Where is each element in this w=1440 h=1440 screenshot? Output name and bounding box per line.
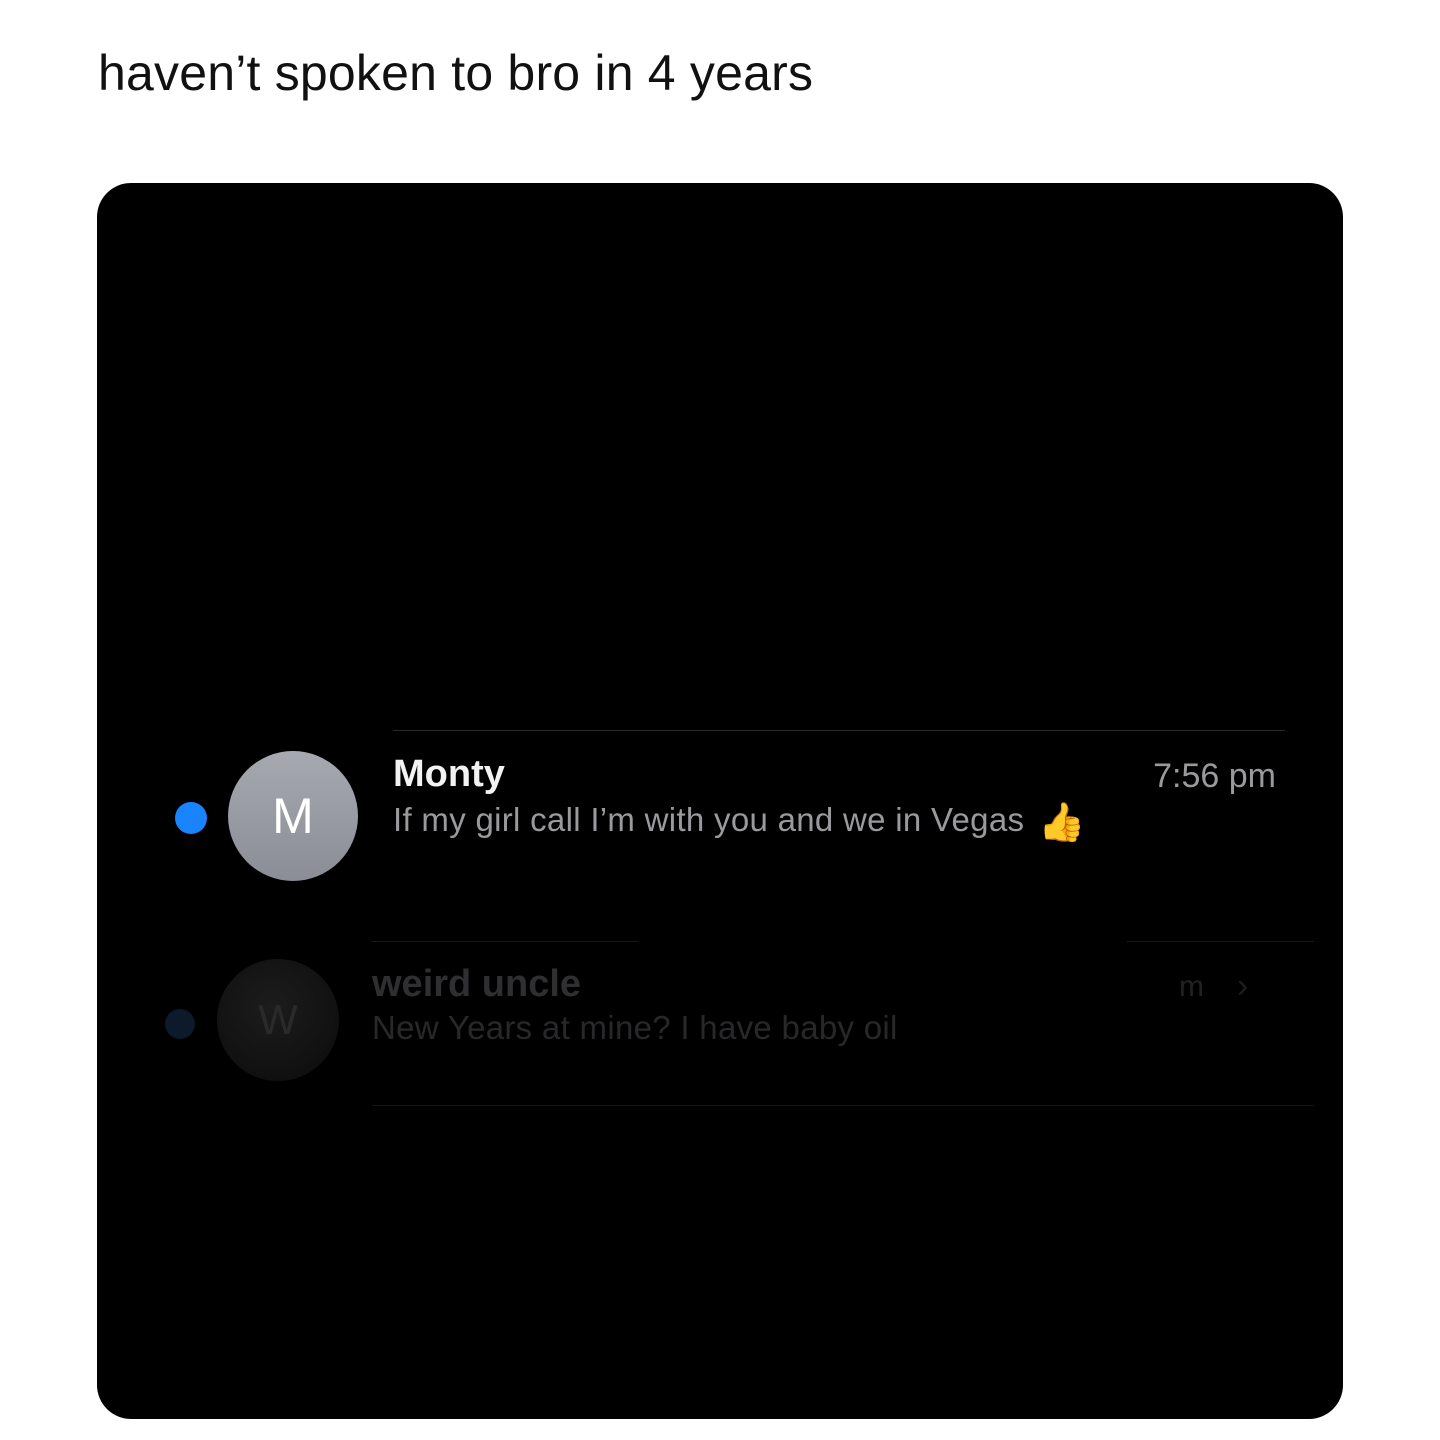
divider-middle-left	[372, 941, 638, 942]
chevron-right-icon: ›	[1237, 967, 1249, 1005]
divider-bottom	[372, 1105, 1314, 1106]
contact-name: weird uncle	[372, 963, 582, 1005]
unread-dot-icon	[165, 1009, 195, 1039]
message-preview: If my girl call I’m with you and we in V…	[393, 801, 1086, 842]
message-time: m	[1179, 970, 1204, 1003]
message-preview-text: If my girl call I’m with you and we in V…	[393, 801, 1025, 838]
post-caption: haven’t spoken to bro in 4 years	[98, 45, 814, 101]
message-time: 7:56 pm	[1153, 757, 1276, 795]
avatar-initial: W	[258, 996, 298, 1043]
divider-middle-right	[1127, 941, 1314, 942]
contact-name: Monty	[393, 753, 505, 795]
message-preview: New Years at mine? I have baby oil	[372, 1009, 898, 1046]
avatar: W	[217, 959, 339, 1081]
avatar-initial: M	[272, 788, 314, 844]
avatar: M	[228, 751, 358, 881]
divider-top	[393, 730, 1285, 731]
messages-screenshot: M Monty 7:56 pm If my girl call I’m with…	[97, 183, 1343, 1419]
thumbs-up-icon: 👍	[1038, 802, 1086, 844]
unread-dot-icon	[175, 802, 207, 834]
